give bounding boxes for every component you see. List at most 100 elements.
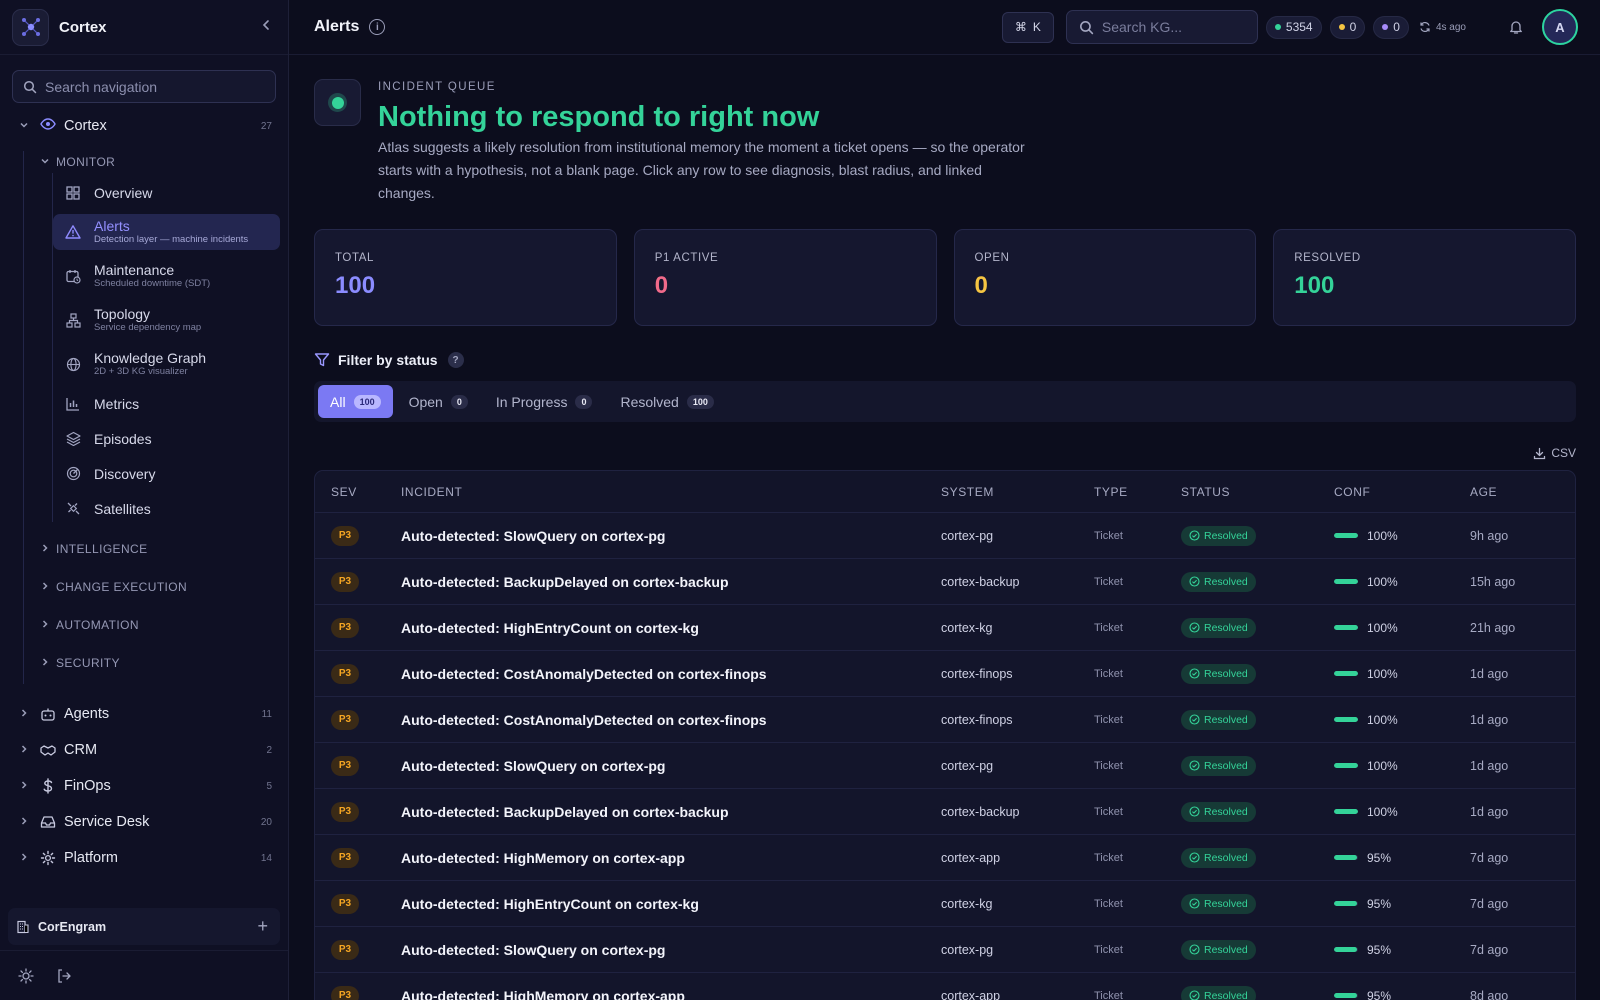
- bar-chart-icon: [65, 396, 81, 412]
- nav-item-satellites[interactable]: Satellites: [53, 495, 280, 522]
- nav-item-crm[interactable]: CRM 2: [0, 738, 288, 762]
- incident-title[interactable]: Auto-detected: CostAnomalyDetected on co…: [401, 712, 941, 728]
- incident-title[interactable]: Auto-detected: HighMemory on cortex-app: [401, 988, 941, 1000]
- incident-type: Ticket: [1094, 713, 1123, 726]
- incident-title[interactable]: Auto-detected: BackupDelayed on cortex-b…: [401, 574, 941, 590]
- incident-title[interactable]: Auto-detected: BackupDelayed on cortex-b…: [401, 804, 941, 820]
- help-icon[interactable]: ?: [447, 352, 464, 368]
- notifications-bell-icon[interactable]: [1508, 19, 1524, 35]
- incident-title[interactable]: Auto-detected: SlowQuery on cortex-pg: [401, 528, 941, 544]
- inbox-icon: [40, 814, 56, 830]
- nav-group-intelligence[interactable]: INTELLIGENCE: [24, 538, 288, 560]
- user-avatar[interactable]: A: [1542, 9, 1578, 45]
- nav-group-change-execution[interactable]: CHANGE EXECUTION: [24, 576, 288, 598]
- status-pill-value: 5354: [1285, 20, 1313, 34]
- tab-in-progress[interactable]: In Progress 0: [484, 385, 605, 418]
- incident-title[interactable]: Auto-detected: SlowQuery on cortex-pg: [401, 758, 941, 774]
- nav-group-label: AUTOMATION: [56, 618, 139, 632]
- filter-icon: [314, 353, 330, 367]
- nav-search-input[interactable]: [45, 78, 255, 95]
- incident-title[interactable]: Auto-detected: SlowQuery on cortex-pg: [401, 942, 941, 958]
- confidence-fill: [1334, 579, 1358, 584]
- sidebar-footer: [0, 950, 288, 1000]
- incident-title[interactable]: Auto-detected: HighMemory on cortex-app: [401, 850, 941, 866]
- nav-search-box[interactable]: [12, 70, 276, 103]
- table-row[interactable]: P3 Auto-detected: HighEntryCount on corte…: [315, 605, 1575, 651]
- incident-title[interactable]: Auto-detected: CostAnomalyDetected on co…: [401, 666, 941, 682]
- table-row[interactable]: P3 Auto-detected: SlowQuery on cortex-pg c…: [315, 513, 1575, 559]
- nav-item-finops[interactable]: FinOps 5: [0, 774, 288, 798]
- app-logo[interactable]: [12, 8, 49, 46]
- nav-item-overview[interactable]: Overview: [53, 179, 280, 206]
- sev-cell: P3: [315, 847, 401, 868]
- col-header-conf[interactable]: CONF: [1334, 485, 1470, 499]
- command-palette-button[interactable]: ⌘ K: [1001, 11, 1054, 43]
- tab-open[interactable]: Open 0: [397, 385, 480, 418]
- stat-value: 100: [1294, 272, 1335, 299]
- check-circle-icon: [1189, 806, 1200, 817]
- nav-group-automation[interactable]: AUTOMATION: [24, 614, 288, 636]
- nav-item-service-desk[interactable]: Service Desk 20: [0, 810, 288, 834]
- col-header-status[interactable]: STATUS: [1181, 485, 1334, 499]
- table-row[interactable]: P3 Auto-detected: BackupDelayed on cortex…: [315, 559, 1575, 605]
- status-cell: Resolved: [1181, 525, 1334, 546]
- nav-item-agents[interactable]: Agents 11: [0, 702, 288, 726]
- page-title: Alerts: [314, 18, 360, 35]
- col-header-system[interactable]: SYSTEM: [941, 485, 1094, 499]
- nav-item-maintenance[interactable]: Maintenance Scheduled downtime (SDT): [53, 258, 280, 294]
- col-header-type[interactable]: TYPE: [1094, 485, 1181, 499]
- csv-export-button[interactable]: CSV: [314, 446, 1576, 460]
- kg-search-input[interactable]: [1101, 19, 1242, 35]
- status-pill-yellow[interactable]: 0: [1329, 15, 1366, 39]
- status-label: Resolved: [1204, 713, 1248, 726]
- nav-group-monitor[interactable]: MONITOR: [24, 151, 288, 173]
- grid-icon: [65, 185, 81, 201]
- tab-label: Resolved: [620, 393, 679, 410]
- col-header-sev[interactable]: SEV: [315, 485, 401, 499]
- nav-item-episodes[interactable]: Episodes: [53, 425, 280, 452]
- tab-resolved[interactable]: Resolved 100: [608, 385, 725, 418]
- table-row[interactable]: P3 Auto-detected: SlowQuery on cortex-pg c…: [315, 927, 1575, 973]
- info-icon[interactable]: i: [369, 19, 386, 35]
- system-name: cortex-backup: [941, 574, 1020, 589]
- table-row[interactable]: P3 Auto-detected: HighMemory on cortex-ap…: [315, 973, 1575, 1000]
- status-pill-purple[interactable]: 0: [1373, 15, 1409, 39]
- nav-root-cortex[interactable]: Cortex 27: [0, 114, 288, 138]
- nav-item-alerts[interactable]: Alerts Detection layer — machine inciden…: [53, 214, 280, 250]
- confidence-cell: 100%: [1334, 529, 1470, 543]
- layers-icon: [65, 431, 81, 447]
- table-row[interactable]: P3 Auto-detected: HighEntryCount on corte…: [315, 881, 1575, 927]
- nav-item-metrics[interactable]: Metrics: [53, 390, 280, 417]
- logout-icon[interactable]: [56, 968, 72, 984]
- nav-item-knowledge-graph[interactable]: Knowledge Graph 2D + 3D KG visualizer: [53, 346, 280, 382]
- collapse-sidebar-button[interactable]: [256, 18, 276, 36]
- status-cell: Resolved: [1181, 663, 1334, 684]
- table-row[interactable]: P3 Auto-detected: CostAnomalyDetected on …: [315, 697, 1575, 743]
- check-circle-icon: [1189, 714, 1200, 725]
- tab-count: 100: [686, 394, 714, 409]
- tab-all[interactable]: All 100: [318, 385, 393, 418]
- add-org-button[interactable]: +: [257, 916, 268, 937]
- nav-item-platform[interactable]: Platform 14: [0, 846, 288, 870]
- theme-toggle-sun-icon[interactable]: [18, 967, 34, 984]
- status-pill-green[interactable]: 5354: [1265, 15, 1322, 39]
- table-row[interactable]: P3 Auto-detected: HighMemory on cortex-ap…: [315, 835, 1575, 881]
- nav-item-topology[interactable]: Topology Service dependency map: [53, 302, 280, 338]
- table-row[interactable]: P3 Auto-detected: SlowQuery on cortex-pg c…: [315, 743, 1575, 789]
- table-row[interactable]: P3 Auto-detected: CostAnomalyDetected on …: [315, 651, 1575, 697]
- org-switcher[interactable]: CorEngram +: [8, 908, 280, 945]
- incident-title[interactable]: Auto-detected: HighEntryCount on cortex-…: [401, 896, 941, 912]
- col-header-incident[interactable]: INCIDENT: [401, 485, 941, 499]
- col-header-age[interactable]: AGE: [1470, 485, 1575, 499]
- confidence-bar: [1334, 717, 1358, 722]
- nav-item-discovery[interactable]: Discovery: [53, 460, 280, 487]
- nav-group-security[interactable]: SECURITY: [24, 652, 288, 684]
- incident-title[interactable]: Auto-detected: HighEntryCount on cortex-…: [401, 620, 941, 636]
- refresh-button[interactable]: 4s ago: [1419, 21, 1466, 33]
- confidence-fill: [1334, 993, 1357, 998]
- sev-cell: P3: [315, 801, 401, 822]
- check-circle-icon: [1189, 760, 1200, 771]
- kg-search-box[interactable]: [1065, 10, 1258, 44]
- age-value: 1d ago: [1470, 758, 1509, 773]
- table-row[interactable]: P3 Auto-detected: BackupDelayed on cortex…: [315, 789, 1575, 835]
